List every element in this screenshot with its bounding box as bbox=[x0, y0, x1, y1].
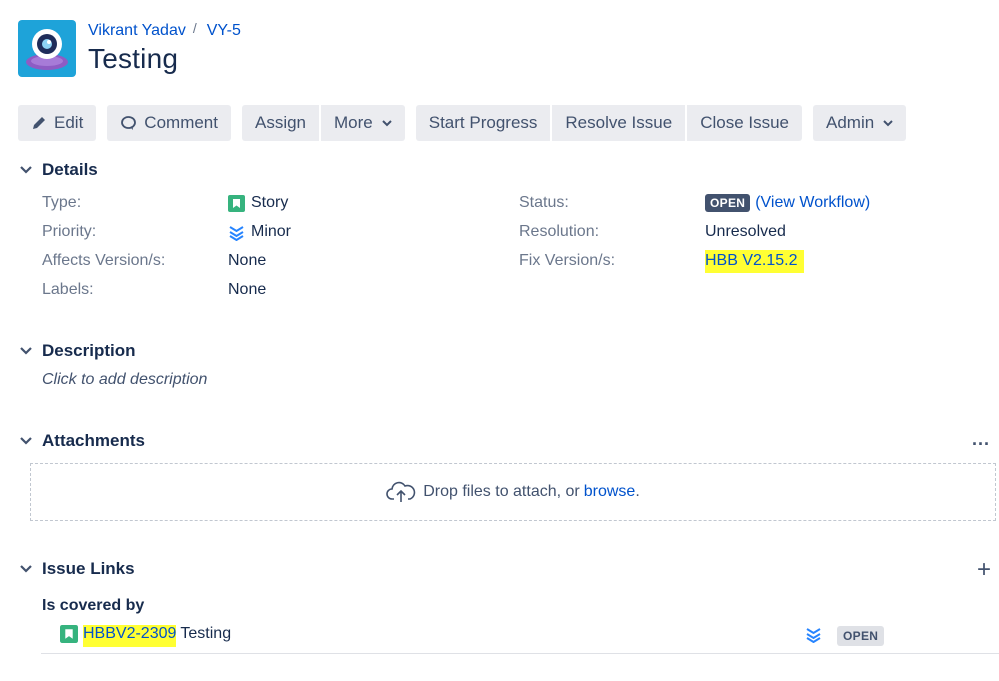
more-button[interactable]: More bbox=[321, 105, 405, 141]
type-label: Type: bbox=[42, 194, 82, 211]
chevron-down-icon bbox=[20, 437, 34, 445]
attachments-more-options[interactable]: ... bbox=[972, 429, 990, 450]
status-badge: OPEN bbox=[705, 194, 751, 212]
issue-header: Vikrant Yadav / VY-5 Testing bbox=[18, 20, 241, 77]
attachments-heading: Attachments bbox=[42, 431, 145, 450]
edit-button[interactable]: Edit bbox=[18, 105, 97, 141]
chevron-down-icon bbox=[20, 347, 34, 355]
affects-versions-label: Affects Version/s: bbox=[42, 252, 166, 269]
type-value-text: Story bbox=[251, 194, 289, 211]
fix-versions-value[interactable]: HBB V2.15.2 bbox=[705, 250, 804, 273]
labels-label: Labels: bbox=[42, 281, 94, 298]
attachments-section-toggle[interactable]: Attachments bbox=[20, 431, 145, 451]
pencil-icon bbox=[31, 115, 47, 131]
add-link-button[interactable]: + bbox=[977, 558, 991, 582]
cloud-upload-icon bbox=[386, 481, 416, 502]
breadcrumb-separator: / bbox=[192, 20, 197, 36]
comment-button[interactable]: Comment bbox=[107, 105, 231, 141]
attachment-dropzone[interactable]: Drop files to attach, or browse . bbox=[30, 463, 996, 521]
description-section-toggle[interactable]: Description bbox=[20, 341, 136, 361]
admin-button[interactable]: Admin bbox=[813, 105, 907, 141]
labels-value[interactable]: None bbox=[228, 281, 266, 299]
type-value: Story bbox=[228, 194, 288, 212]
issue-link-row[interactable]: HBBV2-2309 Testing OPEN bbox=[41, 620, 999, 654]
edit-button-label: Edit bbox=[54, 113, 84, 132]
description-placeholder[interactable]: Click to add description bbox=[42, 371, 207, 389]
fix-version-link[interactable]: HBB V2.15.2 bbox=[705, 250, 804, 273]
issue-summary-title[interactable]: Testing bbox=[88, 43, 241, 75]
priority-minor-icon bbox=[806, 628, 821, 643]
fix-versions-label: Fix Version/s: bbox=[519, 252, 616, 269]
assign-button[interactable]: Assign bbox=[241, 105, 320, 141]
details-section-toggle[interactable]: Details bbox=[20, 160, 98, 180]
description-heading: Description bbox=[42, 341, 136, 360]
priority-minor-icon bbox=[229, 225, 244, 241]
chevron-down-icon bbox=[883, 119, 893, 127]
comment-button-label: Comment bbox=[144, 113, 218, 132]
start-progress-button[interactable]: Start Progress bbox=[415, 105, 551, 141]
more-button-label: More bbox=[334, 113, 373, 132]
affects-versions-value[interactable]: None bbox=[228, 252, 266, 270]
linked-issue-key[interactable]: HBBV2-2309 bbox=[83, 625, 177, 647]
comment-icon bbox=[120, 115, 137, 131]
project-avatar[interactable] bbox=[18, 20, 76, 77]
status-label: Status: bbox=[519, 194, 569, 211]
priority-label: Priority: bbox=[42, 223, 97, 240]
view-workflow-link[interactable]: (View Workflow) bbox=[755, 194, 870, 212]
linked-issue-status-badge: OPEN bbox=[837, 626, 885, 646]
admin-button-label: Admin bbox=[826, 113, 875, 132]
issue-links-section-toggle[interactable]: Issue Links bbox=[20, 559, 135, 579]
status-value: OPEN (View Workflow) bbox=[705, 194, 870, 212]
resolution-label: Resolution: bbox=[519, 223, 600, 240]
breadcrumb: Vikrant Yadav / VY-5 bbox=[88, 20, 241, 40]
linked-issue-summary[interactable]: Testing bbox=[180, 625, 231, 647]
breadcrumb-issue-link[interactable]: VY-5 bbox=[207, 22, 241, 40]
story-icon bbox=[60, 625, 78, 643]
browse-link[interactable]: browse bbox=[584, 483, 636, 501]
dropzone-text: Drop files to attach, or bbox=[423, 483, 580, 500]
chevron-down-icon bbox=[382, 119, 392, 127]
resolution-value: Unresolved bbox=[705, 223, 786, 240]
chevron-down-icon bbox=[20, 166, 34, 174]
breadcrumb-project-link[interactable]: Vikrant Yadav bbox=[88, 22, 186, 40]
resolve-issue-button[interactable]: Resolve Issue bbox=[552, 105, 686, 141]
priority-value-text: Minor bbox=[251, 223, 292, 240]
issue-links-heading: Issue Links bbox=[42, 559, 135, 578]
details-heading: Details bbox=[42, 160, 98, 179]
story-icon bbox=[228, 194, 245, 212]
chevron-down-icon bbox=[20, 565, 34, 573]
priority-value: Minor bbox=[228, 223, 291, 241]
close-issue-button[interactable]: Close Issue bbox=[687, 105, 803, 141]
issue-toolbar: Edit Comment Assign More Start Progress … bbox=[18, 105, 917, 141]
link-relation-label: Is covered by bbox=[42, 597, 145, 614]
dropzone-period: . bbox=[635, 483, 640, 500]
